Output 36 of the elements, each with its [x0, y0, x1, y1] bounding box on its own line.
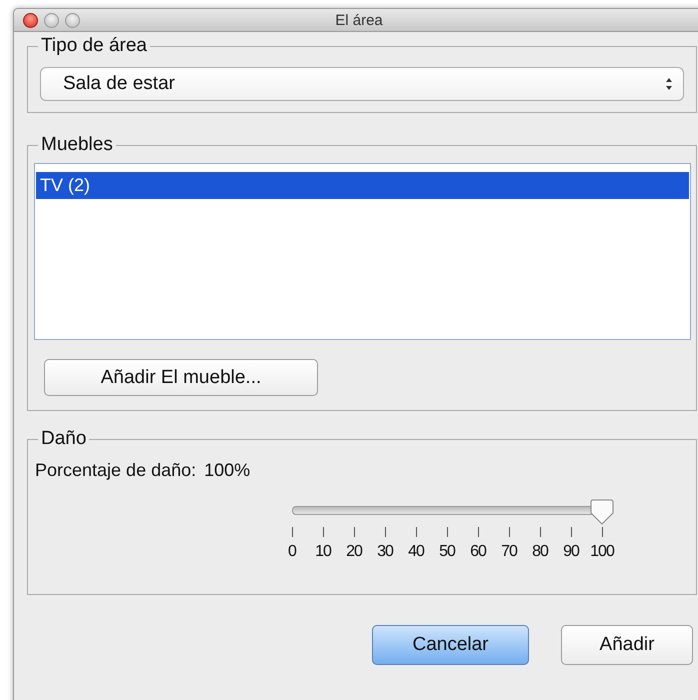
- tick-label: 0: [288, 542, 296, 562]
- add-furniture-button[interactable]: Añadir El mueble...: [44, 359, 318, 396]
- list-item[interactable]: TV (2): [36, 172, 689, 199]
- tick-mark: [292, 527, 293, 537]
- add-button[interactable]: Añadir: [561, 625, 693, 665]
- tick-label: 80: [532, 542, 548, 562]
- updown-arrows-icon: [665, 77, 673, 91]
- tick-label: 100: [590, 542, 614, 562]
- tick-mark: [540, 527, 541, 537]
- cancel-button[interactable]: Cancelar: [372, 625, 529, 665]
- group-legend: Tipo de área: [38, 35, 150, 57]
- tick-mark: [447, 527, 448, 537]
- tick-label: 60: [470, 542, 486, 562]
- tick-mark: [385, 527, 386, 537]
- minimize-button[interactable]: [44, 12, 59, 28]
- damage-value: 100%: [204, 460, 250, 481]
- tick-mark: [323, 527, 324, 537]
- tick-label: 70: [501, 542, 517, 562]
- tick-mark: [602, 527, 603, 537]
- close-button[interactable]: [23, 12, 38, 28]
- slider-thumb[interactable]: [590, 499, 614, 525]
- zoom-button[interactable]: [65, 12, 80, 28]
- window-title: El área: [335, 12, 383, 28]
- tick-label: 50: [439, 542, 455, 562]
- tick-label: 10: [315, 542, 331, 562]
- tick-mark: [416, 527, 417, 537]
- tick-label: 90: [563, 542, 579, 562]
- tick-mark: [478, 527, 479, 537]
- tick-mark: [354, 527, 355, 537]
- tick-label: 20: [346, 542, 362, 562]
- area-type-dropdown[interactable]: Sala de estar: [40, 67, 684, 101]
- damage-label: Porcentaje de daño:: [35, 460, 196, 481]
- tick-label: 30: [377, 542, 393, 562]
- tick-mark: [571, 527, 572, 537]
- tick-mark: [509, 527, 510, 537]
- tick-label: 40: [408, 542, 424, 562]
